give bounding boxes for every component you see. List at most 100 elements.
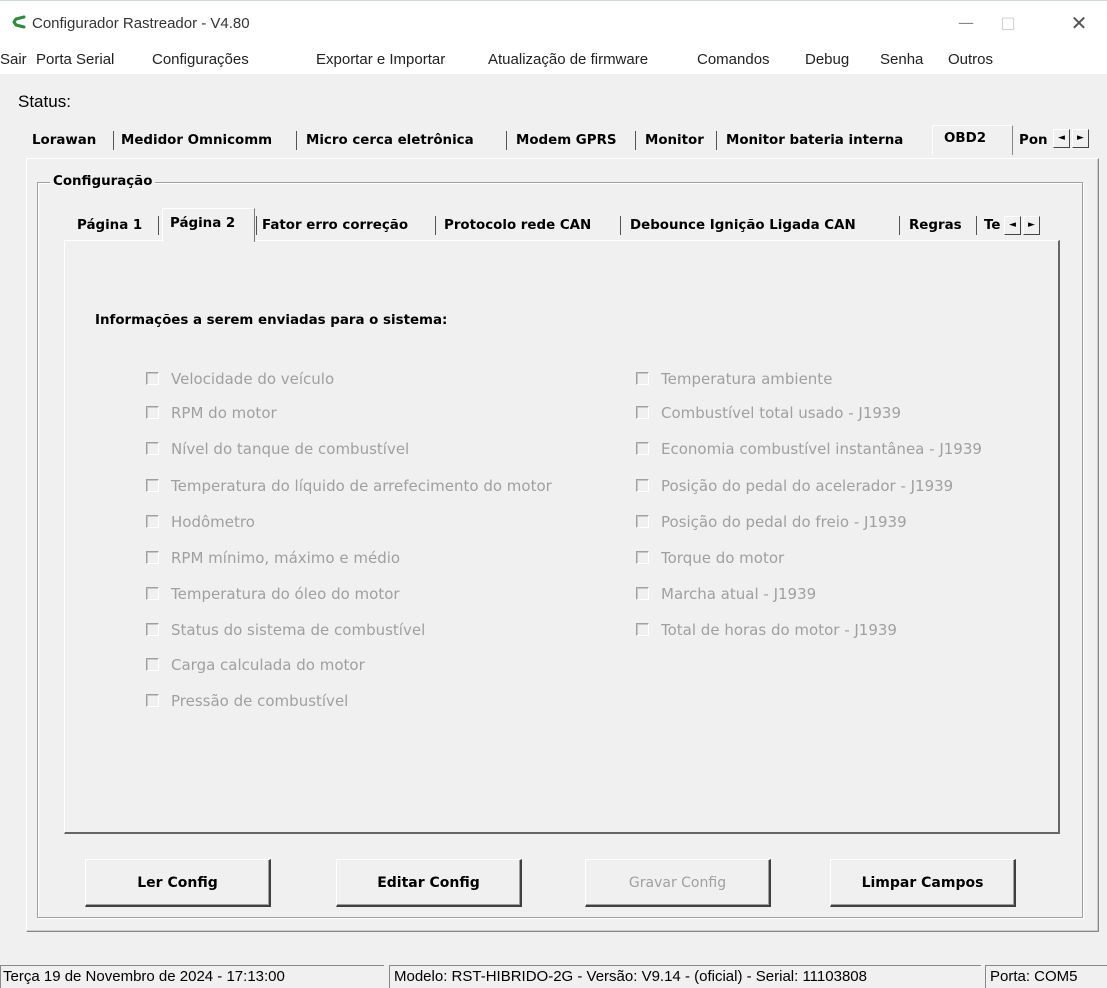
checkbox-temp-ambiente[interactable]: Temperatura ambiente (636, 370, 832, 388)
inner-scroll-left-button[interactable]: ◄ (1004, 216, 1021, 235)
menu-sair[interactable]: Sair (0, 51, 27, 68)
checkbox-label: Combustível total usado - J1939 (661, 404, 902, 422)
checkbox-hodometro[interactable]: Hodômetro (146, 513, 255, 531)
checkbox-box[interactable] (636, 406, 649, 419)
checkbox-status-combustivel[interactable]: Status do sistema de combustível (146, 621, 425, 639)
menu-atualizacao-firmware[interactable]: Atualização de firmware (488, 51, 648, 68)
tab-fator-erro[interactable]: Fator erro correção (262, 218, 408, 233)
checkbox-pedal-freio[interactable]: Posição do pedal do freio - J1939 (636, 513, 907, 531)
tab-separator (296, 131, 297, 150)
gravar-config-button[interactable]: Gravar Config (585, 859, 771, 907)
tab-protocolo-can[interactable]: Protocolo rede CAN (444, 218, 591, 233)
checkbox-label: Carga calculada do motor (171, 656, 365, 674)
title-bar: Configurador Rastreador - V4.80 — □ ✕ (0, 0, 1107, 44)
menu-porta-serial[interactable]: Porta Serial (36, 51, 114, 68)
checkbox-box[interactable] (146, 587, 159, 600)
tab-obd2[interactable]: OBD2 (944, 131, 986, 146)
checkbox-velocidade[interactable]: Velocidade do veículo (146, 370, 334, 388)
checkbox-box[interactable] (636, 551, 649, 564)
limpar-campos-button[interactable]: Limpar Campos (830, 859, 1016, 907)
checkbox-box[interactable] (146, 551, 159, 564)
checkbox-rpm[interactable]: RPM do motor (146, 404, 277, 422)
tab-monitor-bateria[interactable]: Monitor bateria interna (726, 133, 903, 148)
checkbox-label: Total de horas do motor - J1939 (661, 621, 897, 639)
tab-pon[interactable]: Pon (1019, 133, 1048, 148)
inner-scroll-right-button[interactable]: ► (1023, 216, 1040, 235)
menu-senha[interactable]: Senha (880, 51, 923, 68)
tab-modem-gprs[interactable]: Modem GPRS (516, 133, 617, 148)
tab-medidor-omnicomm[interactable]: Medidor Omnicomm (121, 133, 272, 148)
tab-regras[interactable]: Regras (909, 218, 962, 233)
checkbox-label: Pressão de combustível (171, 692, 349, 710)
checkbox-temp-liquido[interactable]: Temperatura do líquido de arrefecimento … (146, 477, 552, 495)
checkbox-box[interactable] (636, 587, 649, 600)
checkbox-box[interactable] (146, 694, 159, 707)
checkbox-torque-motor[interactable]: Torque do motor (636, 549, 784, 567)
checkbox-label: Temperatura ambiente (661, 370, 833, 388)
checkbox-box[interactable] (146, 406, 159, 419)
menu-outros[interactable]: Outros (948, 51, 993, 68)
tab-te-truncated[interactable]: Te (984, 218, 1002, 233)
checkbox-box[interactable] (636, 442, 649, 455)
maximize-button[interactable]: □ (995, 11, 1021, 35)
checkbox-horas-motor[interactable]: Total de horas do motor - J1939 (636, 621, 897, 639)
close-button[interactable]: ✕ (1066, 11, 1092, 35)
checkbox-pressao-combustivel[interactable]: Pressão de combustível (146, 692, 348, 710)
checkbox-pedal-acelerador[interactable]: Posição do pedal do acelerador - J1939 (636, 477, 953, 495)
checkbox-box[interactable] (636, 479, 649, 492)
checkbox-box[interactable] (146, 515, 159, 528)
menu-debug[interactable]: Debug (805, 51, 849, 68)
menu-bar: Sair Porta Serial Configurações Exportar… (0, 44, 1107, 74)
tab-lorawan[interactable]: Lorawan (32, 133, 96, 148)
menu-comandos[interactable]: Comandos (697, 51, 770, 68)
checkbox-carga-motor[interactable]: Carga calculada do motor (146, 656, 365, 674)
checkbox-marcha-atual[interactable]: Marcha atual - J1939 (636, 585, 816, 603)
checkbox-temp-oleo[interactable]: Temperatura do óleo do motor (146, 585, 400, 603)
checkbox-label: Torque do motor (661, 549, 785, 567)
checkbox-label: Velocidade do veículo (171, 370, 335, 388)
tab-separator (506, 131, 507, 150)
statusbar-datetime: Terça 19 de Novembro de 2024 - 17:13:00 (0, 965, 384, 988)
checkbox-box[interactable] (146, 479, 159, 492)
tab-debounce-ignicao[interactable]: Debounce Ignição Ligada CAN (630, 218, 856, 233)
tab-separator (976, 216, 977, 235)
statusbar-device-info: Modelo: RST-HIBRIDO-2G - Versão: V9.14 -… (389, 965, 981, 988)
checkbox-box[interactable] (146, 372, 159, 385)
checkbox-label: RPM do motor (171, 404, 277, 422)
checkbox-combustivel-total[interactable]: Combustível total usado - J1939 (636, 404, 901, 422)
checkbox-label: Temperatura do líquido de arrefecimento … (171, 477, 552, 495)
checkbox-box[interactable] (146, 658, 159, 671)
tab-monitor[interactable]: Monitor (645, 133, 704, 148)
outer-tab-strip: Lorawan Medidor Omnicomm Micro cerca ele… (26, 125, 1107, 159)
checkbox-rpm-min-max[interactable]: RPM mínimo, máximo e médio (146, 549, 400, 567)
tab-separator (716, 131, 717, 150)
checkbox-nivel-tanque[interactable]: Nível do tanque de combustível (146, 440, 409, 458)
editar-config-button[interactable]: Editar Config (336, 859, 522, 907)
checkbox-label: Posição do pedal do acelerador - J1939 (661, 477, 954, 495)
menu-configuracoes[interactable]: Configurações (152, 51, 249, 68)
checkbox-box[interactable] (146, 442, 159, 455)
minimize-button[interactable]: — (953, 11, 979, 35)
outer-scroll-left-button[interactable]: ◄ (1053, 129, 1070, 148)
checkbox-label: Temperatura do óleo do motor (171, 585, 400, 603)
checkbox-economia-combustivel[interactable]: Economia combustível instantânea - J1939 (636, 440, 982, 458)
outer-scroll-right-button[interactable]: ► (1072, 129, 1089, 148)
checkbox-box[interactable] (636, 623, 649, 636)
ler-config-button[interactable]: Ler Config (85, 859, 271, 907)
tab-pagina-2[interactable]: Página 2 (170, 216, 235, 231)
status-label: Status: (18, 92, 71, 111)
tab-separator (899, 216, 900, 235)
checkbox-label: Marcha atual - J1939 (661, 585, 817, 603)
tab-separator (620, 216, 621, 235)
tab-pagina-1[interactable]: Página 1 (77, 218, 142, 233)
checkbox-label: Hodômetro (171, 513, 255, 531)
checkbox-label: Economia combustível instantânea - J1939 (661, 440, 982, 458)
groupbox-title: Configuração (50, 174, 156, 189)
app-logo-icon (12, 15, 26, 29)
tab-micro-cerca[interactable]: Micro cerca eletrônica (306, 133, 474, 148)
statusbar-port: Porta: COM5 (985, 965, 1107, 988)
checkbox-box[interactable] (146, 623, 159, 636)
checkbox-box[interactable] (636, 372, 649, 385)
menu-exportar-importar[interactable]: Exportar e Importar (316, 51, 445, 68)
checkbox-box[interactable] (636, 515, 649, 528)
